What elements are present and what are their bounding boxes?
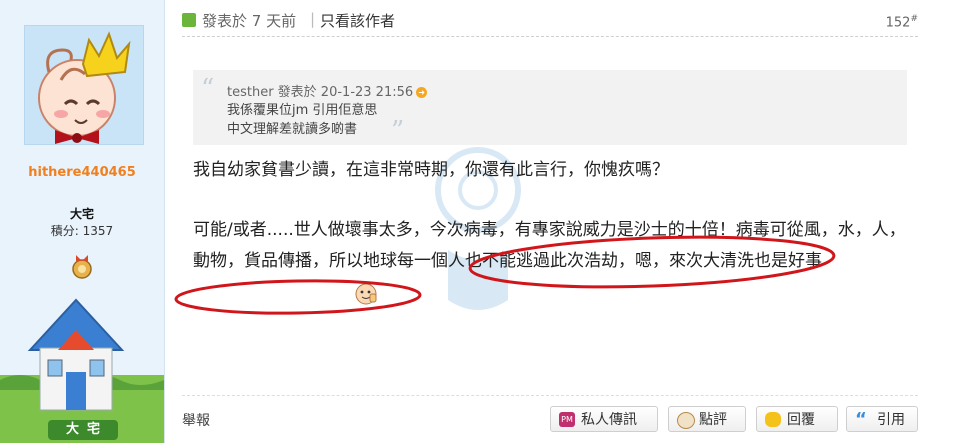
quote-line-2: 中文理解差就讀多啲書 <box>227 122 358 137</box>
posted-time: 發表於 7 天前 <box>202 12 297 30</box>
avatar[interactable] <box>24 25 144 145</box>
baby-avatar-icon <box>38 31 131 144</box>
floor-mark: # <box>910 14 918 24</box>
report-link[interactable]: 舉報 <box>182 410 210 430</box>
quote-open-icon: “ <box>201 74 215 104</box>
post-paragraph-2-text: 可能/或者.....世人做壞事太多，今次病毒，有專家說威力是沙士的十倍！病毒可從… <box>193 220 906 271</box>
quote-icon: “ <box>855 409 867 430</box>
quote-author-meta: testher 發表於 20-1-23 21:56 <box>227 85 414 100</box>
pm-label: 私人傳訊 <box>581 412 637 428</box>
quote-line-1: 我係覆果位jm 引用佢意思 <box>227 103 378 118</box>
author-only-link[interactable]: 只看該作者 <box>320 10 395 31</box>
user-rank: 大宅 <box>69 207 94 221</box>
medal-icon <box>72 255 92 279</box>
user-points: 積分: 1357 <box>50 224 114 238</box>
header-separator: | <box>310 10 316 28</box>
post-footer: 舉報 PM 私人傳訊 點評 回覆 “ 引用 <box>182 395 918 444</box>
rate-label: 點評 <box>699 412 727 428</box>
reply-button[interactable]: 回覆 <box>756 406 838 432</box>
quote-close-icon: ” <box>391 116 405 146</box>
pm-button[interactable]: PM 私人傳訊 <box>550 406 658 432</box>
reply-label: 回覆 <box>787 412 815 428</box>
annotation-oval-2 <box>174 279 422 315</box>
thumbs-emoticon-icon <box>355 283 377 305</box>
rate-button[interactable]: 點評 <box>668 406 746 432</box>
post-paragraph-1: 我自幼家貧書少讀，在這非常時期，你還有此言行，你愧疚嗎？ <box>193 160 669 180</box>
username[interactable]: hithere440465 <box>0 165 164 180</box>
quote-block: “ testher 發表於 20-1-23 21:56 ➜ 我係覆果位jm 引用佢… <box>193 70 907 146</box>
pm-icon: PM <box>559 412 575 427</box>
floor-number[interactable]: 152# <box>886 14 918 30</box>
floor-number-value: 152 <box>885 15 911 31</box>
user-sidebar: hithere440465 大宅 積分: 1357 大宅 <box>0 0 165 443</box>
rate-icon <box>677 412 695 429</box>
post-header: 發表於 7 天前 | 只看該作者 152# <box>182 10 918 37</box>
post-icon <box>182 13 196 27</box>
post-paragraph-2: 可能/或者.....世人做壞事太多，今次病毒，有專家說威力是沙士的十倍！病毒可從… <box>193 215 913 277</box>
quote-label: 引用 <box>877 412 905 428</box>
house-label: 大宅 <box>48 420 118 440</box>
quote-arrow-icon[interactable]: ➜ <box>416 87 428 98</box>
quote-meta: testher 發表於 20-1-23 21:56 ➜ <box>227 81 428 100</box>
quote-button[interactable]: “ 引用 <box>846 406 918 432</box>
reply-icon <box>765 412 781 427</box>
